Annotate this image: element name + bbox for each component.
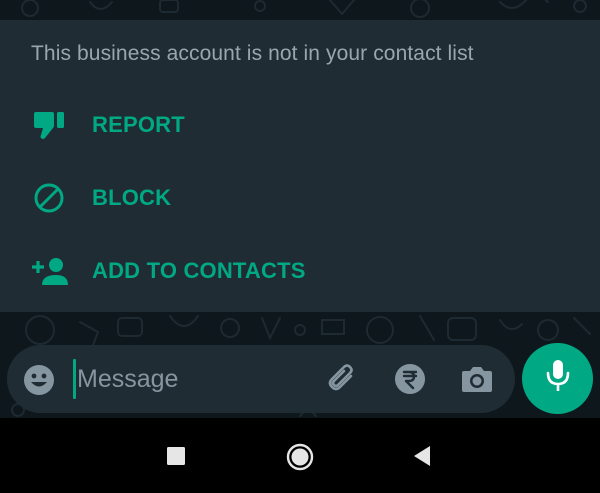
recents-icon[interactable]	[160, 440, 192, 472]
add-person-icon	[30, 252, 68, 290]
add-to-contacts-label: ADD TO CONTACTS	[92, 258, 306, 283]
system-navigation-bar	[0, 418, 600, 493]
block-icon	[30, 179, 68, 217]
block-button[interactable]: BLOCK	[0, 170, 600, 226]
microphone-icon	[544, 358, 572, 399]
message-composer	[7, 345, 515, 413]
message-input[interactable]	[75, 359, 305, 399]
home-icon[interactable]	[282, 439, 318, 475]
report-label: REPORT	[92, 112, 185, 137]
add-to-contacts-button[interactable]: ADD TO CONTACTS	[0, 243, 600, 299]
back-icon[interactable]	[406, 440, 438, 472]
thumb-down-icon	[30, 106, 68, 144]
paperclip-icon[interactable]	[324, 361, 362, 399]
panel-title: This business account is not in your con…	[31, 42, 474, 65]
business-contact-panel: This business account is not in your con…	[0, 20, 600, 312]
block-label: BLOCK	[92, 185, 172, 210]
emoji-icon[interactable]	[21, 362, 57, 398]
camera-icon[interactable]	[459, 362, 495, 396]
voice-message-button[interactable]	[522, 343, 593, 414]
report-button[interactable]: REPORT	[0, 97, 600, 153]
rupee-payment-icon[interactable]	[394, 363, 426, 395]
